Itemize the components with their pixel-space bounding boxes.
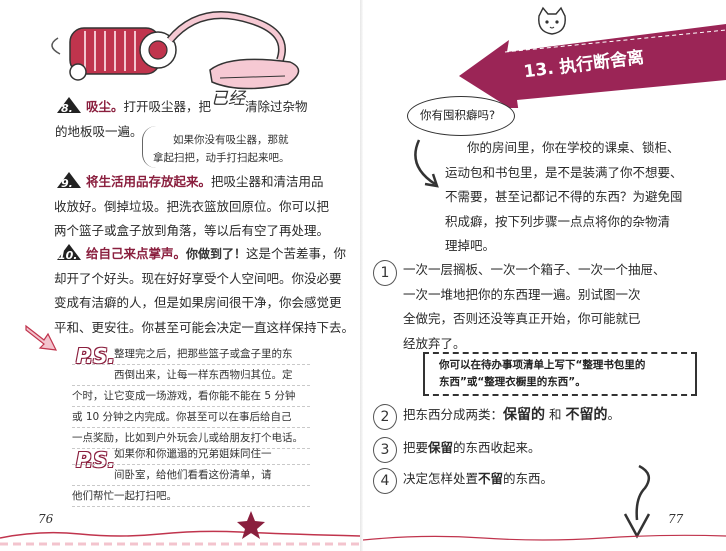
ps-note-2: 如果你和你邋遢的兄弟姐妹同住一 间卧室，给他们看看这份清单，请 他们帮忙一起打扫… <box>72 444 310 507</box>
step-text: 的东西收起来。 <box>453 440 541 455</box>
step-10: 10. 给自己来点掌声。你做到了！这是个苦差事，你 却开了个好头。现在好好享受个… <box>54 242 354 340</box>
step-3: 把要保留的东西收起来。 <box>403 436 541 461</box>
step-number-badge: 8. <box>54 96 84 115</box>
step-text: 两个篮子或盒子放到角落，等以后有空了再处理。 <box>54 223 330 238</box>
step-9: 9. 将生活用品存放起来。把吸尘器和清洁用品 收放好。倒掉垃圾。把洗衣篮放回原位… <box>54 170 354 244</box>
step-text: 和 <box>549 407 562 422</box>
step-text: 把东西分成两类： <box>403 407 504 422</box>
step-bold: 不留 <box>478 471 504 486</box>
curved-arrow-icon <box>414 139 439 188</box>
step-text: 却开了个好头。现在好好享受个人空间吧。你没必要 <box>54 270 342 286</box>
step-circle-1: 1 <box>373 260 397 286</box>
step-8: 8. 吸尘。打开吸尘器，把已经清除过杂物 <box>54 89 354 120</box>
step-1: 一次一层搁板、一次一个箱子、一次一个抽屉、 一次一堆地把你的东西理一遍。别试图一… <box>403 258 703 356</box>
step-circle-4: 4 <box>373 468 397 494</box>
step-text: 收放好。倒掉垃圾。把洗衣篮放回原位。你可以把 <box>54 198 330 214</box>
step-circle-2: 2 <box>373 404 397 430</box>
step-text: 变成有洁癖的人，但是如果房间很干净，你会感觉更 <box>54 295 342 310</box>
intro-line: 理掉吧。 <box>445 238 496 253</box>
step-number-badge: 10. <box>54 243 84 262</box>
step-number: 10. <box>58 249 78 262</box>
intro-line: 积成癖，按下列步骤一点点将你的杂物清 <box>445 213 671 229</box>
striped-arrow-icon <box>25 324 58 351</box>
bottom-wavy-line <box>363 534 726 541</box>
bottom-wavy-line <box>0 530 360 546</box>
step-number: 8. <box>61 102 73 115</box>
step-line: 一次一层搁板、一次一个箱子、一次一个抽屉、 <box>403 262 666 277</box>
ps-line: 整理完之后，把那些篮子或盒子里的东 <box>72 344 310 365</box>
ps-line: 个时，让它变成一场游戏，看你能不能在 5 分钟 <box>72 386 310 407</box>
speech-bubble: 你有囤积癖吗? <box>407 96 515 136</box>
intro-line: 不需要，甚至记都记不得的东西？为避免囤 <box>445 189 683 204</box>
aside-note-line1: 如果你没有吸尘器，那就 <box>173 134 289 146</box>
aside-note-line2: 拿起扫把，动手打扫起来吧。 <box>153 152 290 164</box>
handwritten-tip: 你可以在待办事项清单上写下“整理书包里的 东西”或“整理衣橱里的东西”。 <box>423 352 697 396</box>
handwritten-discard: 不留的 <box>565 407 608 423</box>
handwritten-overlay: 已经 <box>211 89 246 109</box>
intro-line: 运动包和书包里，是不是装满了你不想要、 <box>445 164 683 180</box>
step-heading: 将生活用品存放起来。 <box>86 174 212 189</box>
ps-note-1: 整理完之后，把那些篮子或盒子里的东 西倒出来，让每一样东西物归其位。定 个时，让… <box>72 344 310 449</box>
step-text: 这是个苦差事，你 <box>246 246 347 261</box>
step-text: 打开吸尘器，把 <box>123 99 212 114</box>
step-line: 全做完，否则还没等真正开始，你可能就已 <box>403 311 641 326</box>
step-text: 把要 <box>403 440 429 455</box>
ps-line: 他们帮忙一起打扫吧。 <box>72 486 310 507</box>
left-page: 8. 吸尘。打开吸尘器，把已经清除过杂物 的地板吸一遍。 如果你没有吸尘器，那就… <box>0 0 362 551</box>
step-number-badge: 9. <box>54 171 84 190</box>
ps-line: 或 10 分钟之内完成。你甚至可以在事后给自己 <box>72 407 310 428</box>
step-2: 把东西分成两类：保留的 和 不留的。 <box>403 403 620 428</box>
aside-note: 如果你没有吸尘器，那就 拿起扫把，动手打扫起来吧。 <box>142 126 303 168</box>
step-text: 的东西。 <box>503 471 554 486</box>
page-number: 76 <box>38 512 54 526</box>
step-text: 。 <box>607 407 621 422</box>
handwritten-note: 你做到了！ <box>186 247 247 261</box>
step-circle-3: 3 <box>373 437 397 463</box>
step-text: 清除过杂物 <box>245 99 308 114</box>
page-number: 77 <box>668 512 684 526</box>
step-number: 9. <box>61 177 73 190</box>
speech-bubble-text: 你有囤积癖吗? <box>420 108 496 122</box>
tip-line2: 东西”或“整理衣橱里的东西”。 <box>439 376 586 388</box>
step-text: 决定怎样处置 <box>403 471 479 486</box>
intro-line: 你的房间里，你在学校的课桌、锁柜、 <box>467 140 680 155</box>
step-4: 决定怎样处置不留的东西。 <box>403 467 553 492</box>
step-text: 平和、更安往。你甚至可能会决定一直这样保持下去。 <box>54 319 355 335</box>
ps-line: 西倒出来，让每一样东西物归其位。定 <box>72 365 310 386</box>
step-bold: 保留 <box>428 440 454 455</box>
step-heading: 给自己来点掌声。 <box>86 246 187 261</box>
intro-paragraph: 你的房间里，你在学校的课桌、锁柜、 运动包和书包里，是不是装满了你不想要、 不需… <box>445 136 720 259</box>
right-page: 13. 执行断舍离 你有囤积癖吗? 你的房间里，你在学校的课桌、锁柜、 运动包和… <box>363 0 726 551</box>
ps-line: 间卧室，给他们看看这份清单，请 <box>72 465 310 486</box>
step-heading: 吸尘。 <box>86 99 124 114</box>
star-icon <box>237 511 265 539</box>
ps-line: 如果你和你邋遢的兄弟姐妹同住一 <box>72 444 310 465</box>
tip-line1: 你可以在待办事项清单上写下“整理书包里的 <box>439 359 646 371</box>
step-8-line2: 的地板吸一遍。 <box>55 124 143 139</box>
step-text: 把吸尘器和清洁用品 <box>211 174 324 189</box>
handwritten-keep: 保留的 <box>503 407 546 423</box>
vacuum-cleaner-illustration <box>51 11 300 90</box>
step-line: 一次一堆地把你的东西理一遍。别试图一次 <box>403 286 641 302</box>
